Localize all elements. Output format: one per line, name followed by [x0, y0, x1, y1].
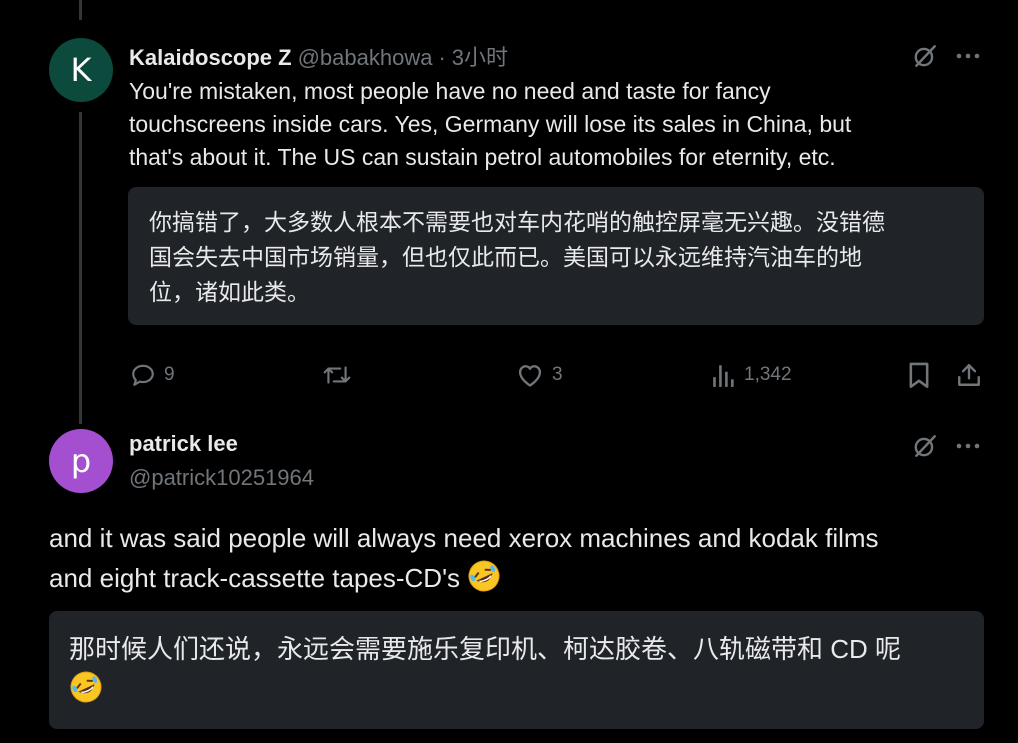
retweet-icon: [322, 362, 352, 388]
reply-button[interactable]: 9: [130, 362, 175, 388]
translation-emoji-line: [69, 669, 901, 709]
translation-box: 那时候人们还说，永远会需要施乐复印机、柯达胶卷、八轨磁带和 CD 呢: [49, 611, 984, 729]
translation-line: 那时候人们还说，永远会需要施乐复印机、柯达胶卷、八轨磁带和 CD 呢: [69, 634, 902, 664]
translation-box: 你搞错了，大多数人根本不需要也对车内花哨的触控屏毫无兴趣。没错德 国会失去中国市…: [128, 187, 984, 325]
grok-slash-icon[interactable]: [909, 430, 941, 462]
avatar-letter: K: [70, 51, 92, 89]
more-dots-icon[interactable]: [952, 40, 984, 72]
translation-line: 位，诸如此类。: [149, 279, 310, 305]
bookmark-icon[interactable]: [904, 360, 934, 390]
tweet-text-line: You're mistaken, most people have no nee…: [129, 78, 771, 104]
tweet-text-line: that's about it. The US can sustain petr…: [129, 144, 836, 170]
reply-bubble-icon: [130, 362, 156, 388]
translation-text: 那时候人们还说，永远会需要施乐复印机、柯达胶卷、八轨磁带和 CD 呢: [69, 629, 901, 709]
avatar[interactable]: p: [49, 429, 113, 493]
tweet-text-line: touchscreens inside cars. Yes, Germany w…: [129, 111, 852, 137]
tweet-text: You're mistaken, most people have no nee…: [129, 75, 989, 174]
grok-slash-icon[interactable]: [909, 40, 941, 72]
translation-line: 国会失去中国市场销量，但也仅此而已。美国可以永远维持汽油车的地: [149, 244, 862, 270]
retweet-button[interactable]: [322, 362, 360, 388]
avatar-letter: p: [70, 442, 92, 480]
timestamp[interactable]: 3小时: [452, 40, 508, 72]
translation-line: 你搞错了，大多数人根本不需要也对车内花哨的触控屏毫无兴趣。没错德: [149, 209, 885, 235]
display-name[interactable]: Kalaidoscope Z: [129, 45, 292, 71]
separator-dot: ·: [438, 45, 446, 70]
avatar[interactable]: K: [49, 38, 113, 102]
tweet-text: and it was said people will always need …: [49, 518, 879, 598]
rolling-laughing-emoji: [467, 559, 501, 593]
thread-line-top: [79, 0, 82, 20]
views-button[interactable]: 1,342: [712, 362, 792, 388]
rolling-laughing-emoji: [69, 670, 103, 704]
thread-line-middle: [79, 112, 82, 424]
translation-text: 你搞错了，大多数人根本不需要也对车内花哨的触控屏毫无兴趣。没错德 国会失去中国市…: [149, 205, 885, 310]
more-dots-icon[interactable]: [952, 430, 984, 462]
user-handle[interactable]: @babakhowa: [298, 45, 433, 71]
reply-count: 9: [164, 364, 175, 385]
like-button[interactable]: 3: [516, 362, 563, 388]
tweet-text-line-content: and eight track-cassette tapes-CD's: [49, 563, 461, 593]
display-name[interactable]: patrick lee: [129, 431, 238, 457]
views-bars-icon: [712, 362, 736, 388]
tweet-text-line-2: and eight track-cassette tapes-CD's: [49, 558, 879, 598]
heart-icon: [516, 362, 544, 388]
share-upload-icon[interactable]: [954, 360, 984, 390]
like-count: 3: [552, 364, 563, 385]
view-count: 1,342: [744, 364, 792, 385]
tweet-header: Kalaidoscope Z @babakhowa · 3小时: [129, 40, 508, 72]
tweet-text-line: and it was said people will always need …: [49, 523, 879, 553]
user-handle[interactable]: @patrick10251964: [129, 465, 314, 491]
